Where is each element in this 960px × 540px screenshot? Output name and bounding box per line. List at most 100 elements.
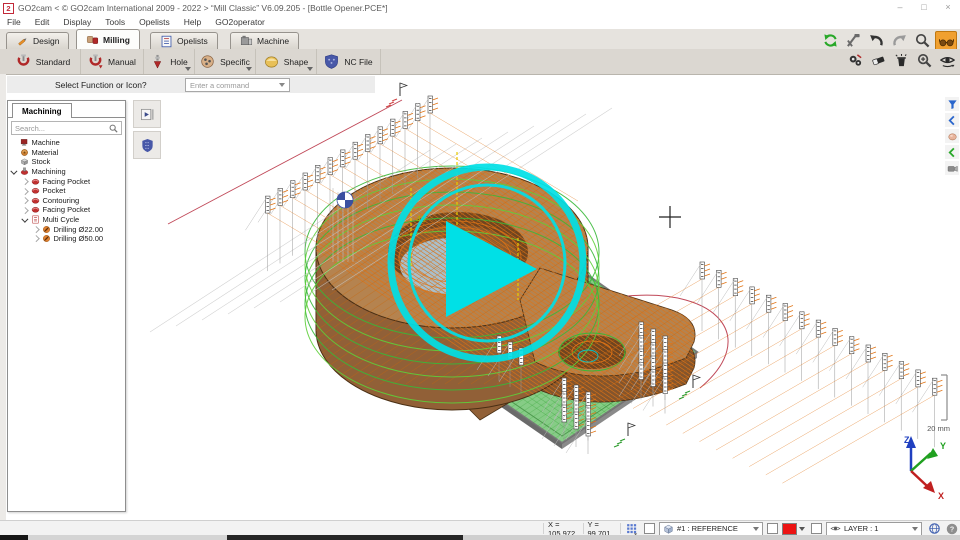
expand-icon[interactable] (22, 207, 28, 213)
search-input[interactable]: Search... (11, 121, 122, 135)
search-icon (109, 124, 118, 133)
macro-panel-button[interactable] (133, 100, 161, 128)
tree-item-drilling-50-00[interactable]: Drilling Ø50.00 (10, 234, 123, 244)
color-dropdown-icon[interactable] (799, 527, 805, 531)
tree-item-machine[interactable]: Machine (10, 138, 123, 148)
expand-icon[interactable] (22, 188, 28, 194)
tree-item-facing-pocket[interactable]: Facing Pocket (10, 205, 123, 215)
tree-item-label: Multi Cycle (43, 215, 80, 224)
projection-button[interactable] (926, 522, 942, 535)
left-gutter (0, 74, 6, 520)
status-bar: X = 105.972 Y = 99.701 #1 : REFERENCE LAY… (0, 520, 960, 536)
t-op-icon (31, 186, 40, 195)
reference-plane-label: #1 : REFERENCE (677, 524, 738, 533)
tree-item-label: Pocket (43, 186, 66, 195)
tree-item-multi-cycle[interactable]: Multi Cycle (10, 215, 123, 225)
tree-item-contouring[interactable]: Contouring (10, 196, 123, 206)
reference-plane-combo[interactable]: #1 : REFERENCE (659, 522, 763, 536)
t-op-icon (31, 177, 40, 186)
go2cam-window: 4920 mmZYX 2 GO2cam < © GO2cam Internati… (0, 0, 960, 540)
chevron-blue-button[interactable] (945, 113, 959, 127)
window-bottom-edge (0, 535, 960, 540)
t-drill-icon (42, 234, 51, 243)
y-coordinate-readout: Y = 99.701 (584, 523, 622, 534)
globe-arrows-icon (928, 522, 941, 535)
chevron-down-icon (912, 527, 918, 531)
z-axis-label: Z (904, 435, 910, 445)
grid-toggle-button[interactable] (624, 522, 640, 535)
tab-milling[interactable]: Milling (76, 29, 140, 49)
t-stock-icon (20, 157, 29, 166)
t-op-icon (31, 196, 40, 205)
solid-button[interactable] (945, 129, 959, 143)
expand-icon[interactable] (22, 178, 28, 184)
tree-item-label: Drilling Ø22.00 (54, 225, 104, 234)
machining-tree: MachineMaterialStockMachiningFacing Pock… (10, 138, 123, 509)
expand-icon[interactable] (33, 226, 39, 232)
tree-item-facing-pocket[interactable]: Facing Pocket (10, 176, 123, 186)
milling-icon (86, 33, 99, 46)
shield-small-icon (140, 138, 155, 153)
expand-icon[interactable] (22, 197, 28, 203)
cube-icon (663, 523, 674, 534)
t-op-icon (31, 205, 40, 214)
collapse-icon[interactable] (11, 168, 17, 174)
chevron-down-icon (753, 527, 759, 531)
y-axis-label: Y (940, 441, 946, 451)
tree-item-label: Facing Pocket (43, 205, 91, 214)
x-axis-label: X (938, 491, 944, 501)
eye-icon (830, 523, 841, 534)
tree-item-label: Facing Pocket (43, 177, 91, 186)
plane-checkbox[interactable] (767, 523, 778, 534)
tree-item-label: Drilling Ø50.00 (54, 234, 104, 243)
tree-item-label: Machining (32, 167, 66, 176)
axis-triad: Z Y X (904, 435, 946, 501)
t-material-icon (20, 148, 29, 157)
tree-item-label: Material (32, 148, 59, 157)
tree-item-material[interactable]: Material (10, 148, 123, 158)
view-rail (945, 97, 959, 175)
color-swatch[interactable] (782, 523, 797, 535)
camera-icon (947, 163, 958, 174)
machining-panel: Machining Search... MachineMaterialStock… (7, 100, 126, 512)
chevron-blue-icon (947, 115, 958, 126)
tab-label: Milling (103, 35, 130, 45)
solid-icon (947, 131, 958, 142)
svg-text:?: ? (950, 525, 954, 533)
x-coordinate-readout: X = 105.972 (543, 523, 584, 534)
viewport-3d[interactable]: 4920 mmZYX (0, 0, 960, 540)
chevron-green-button[interactable] (945, 145, 959, 159)
status-widgets: #1 : REFERENCE LAYER : 1? (624, 522, 960, 536)
collapse-icon[interactable] (22, 216, 28, 222)
chevron-green-icon (947, 147, 958, 158)
tree-item-label: Stock (32, 157, 51, 166)
layer-combo[interactable]: LAYER : 1 (826, 522, 922, 536)
tool-shield-button[interactable] (133, 131, 161, 159)
t-drill-icon (42, 225, 51, 234)
tree-item-machining[interactable]: Machining (10, 167, 123, 177)
grid-icon (626, 523, 638, 535)
grid-checkbox[interactable] (644, 523, 655, 534)
search-placeholder: Search... (15, 124, 45, 133)
camera-button[interactable] (945, 161, 959, 175)
scale-label: 20 mm (927, 424, 950, 433)
t-multi-icon (31, 215, 40, 224)
scale-bar: 20 mm (927, 375, 950, 433)
tab-machining[interactable]: Machining (12, 103, 72, 118)
tree-item-stock[interactable]: Stock (10, 157, 123, 167)
t-machining-icon (20, 167, 29, 176)
color-checkbox[interactable] (811, 523, 822, 534)
help-icon: ? (946, 523, 958, 535)
tree-item-pocket[interactable]: Pocket (10, 186, 123, 196)
help-button[interactable]: ? (944, 522, 960, 535)
tree-item-label: Machine (32, 138, 60, 147)
filter-button[interactable] (945, 97, 959, 111)
crosshair-cursor (659, 206, 681, 228)
filter-icon (947, 99, 958, 110)
macro-icon (140, 107, 155, 122)
tree-item-label: Contouring (43, 196, 80, 205)
tree-item-drilling-22-00[interactable]: Drilling Ø22.00 (10, 224, 123, 234)
t-machine-icon (20, 138, 29, 147)
layer-label: LAYER : 1 (844, 524, 878, 533)
expand-icon[interactable] (33, 236, 39, 242)
